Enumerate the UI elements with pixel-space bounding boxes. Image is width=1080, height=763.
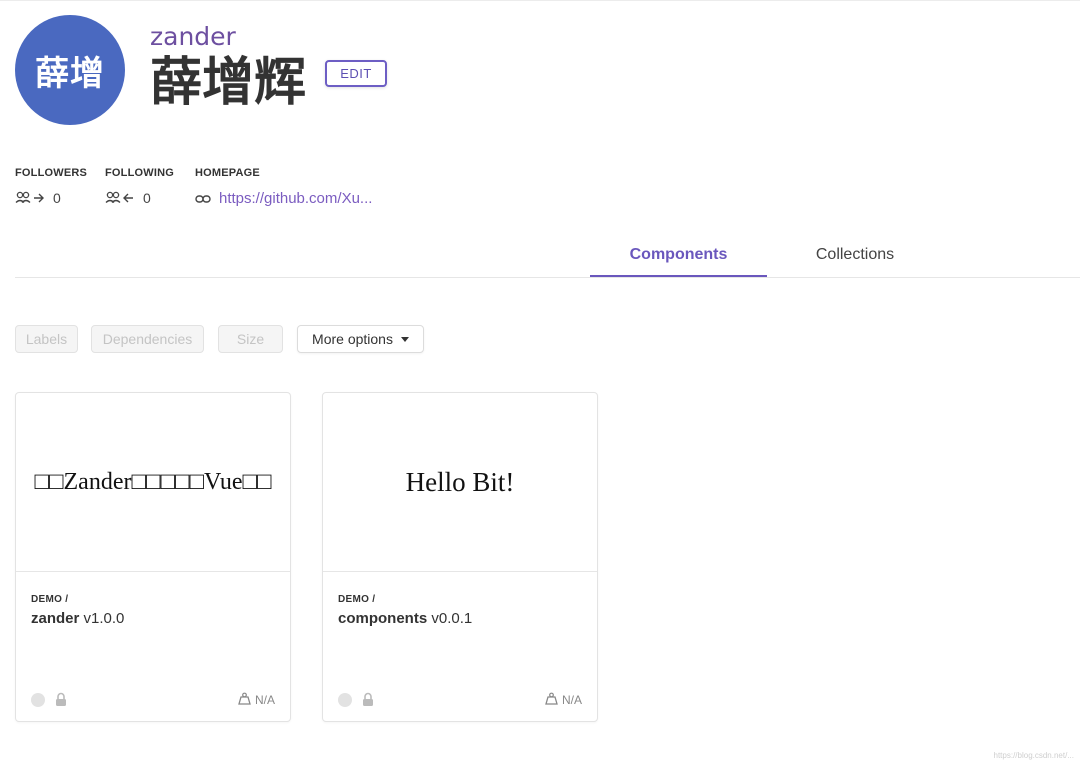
more-options-label: More options (312, 331, 393, 347)
edit-profile-button[interactable]: EDIT (325, 60, 387, 87)
component-version: v1.0.0 (83, 610, 125, 627)
component-preview: □□Zander□□□□□Vue□□ (16, 393, 290, 572)
homepage-stat: https://github.com/Xu... (195, 190, 372, 207)
avatar: 薛增 (15, 15, 125, 125)
followers-count: 0 (53, 190, 61, 206)
lock-icon (362, 692, 374, 712)
following-count: 0 (143, 190, 151, 206)
tab-collections[interactable]: Collections (770, 246, 940, 278)
component-card-zander[interactable]: □□Zander□□□□□Vue□□ DEMO / zander v1.0.0 … (15, 392, 291, 722)
bundle-size: N/A (545, 692, 582, 708)
dependencies-filter[interactable]: Dependencies (91, 325, 204, 353)
weight-icon (545, 692, 558, 708)
size-filter[interactable]: Size (218, 325, 283, 353)
labels-filter[interactable]: Labels (15, 325, 78, 353)
followers-stat[interactable]: 0 (15, 190, 61, 206)
caret-down-icon (400, 336, 409, 342)
more-options-dropdown[interactable]: More options (297, 325, 424, 353)
status-dot-icon (31, 693, 45, 707)
component-scope: DEMO / (338, 594, 376, 605)
link-icon (195, 192, 211, 206)
top-divider (0, 0, 1080, 1)
tabs-divider (15, 277, 1080, 278)
display-name: 薛增辉 (150, 53, 307, 113)
status-dot-icon (338, 693, 352, 707)
tab-components[interactable]: Components (590, 246, 767, 278)
weight-icon (238, 692, 251, 708)
lock-icon (55, 692, 67, 712)
following-stat[interactable]: 0 (105, 190, 151, 206)
username: zander (150, 22, 236, 51)
homepage-label: HOMEPAGE (195, 167, 260, 179)
following-icon (105, 191, 135, 205)
watermark: https://blog.csdn.net/... (993, 751, 1075, 760)
bundle-size-value: N/A (561, 693, 582, 707)
followers-icon (15, 191, 45, 205)
component-name: components (338, 610, 428, 627)
component-card-components[interactable]: Hello Bit! DEMO / components v0.0.1 N/A (322, 392, 598, 722)
bundle-size: N/A (238, 692, 275, 708)
component-name: zander (31, 610, 80, 627)
component-preview: Hello Bit! (323, 393, 597, 572)
component-title: components v0.0.1 (338, 610, 472, 627)
following-label: FOLLOWING (105, 167, 175, 179)
bundle-size-value: N/A (254, 693, 275, 707)
component-scope: DEMO / (31, 594, 69, 605)
homepage-link[interactable]: https://github.com/Xu... (219, 190, 372, 207)
component-title: zander v1.0.0 (31, 610, 124, 627)
followers-label: FOLLOWERS (15, 167, 88, 179)
component-version: v0.0.1 (431, 610, 473, 627)
